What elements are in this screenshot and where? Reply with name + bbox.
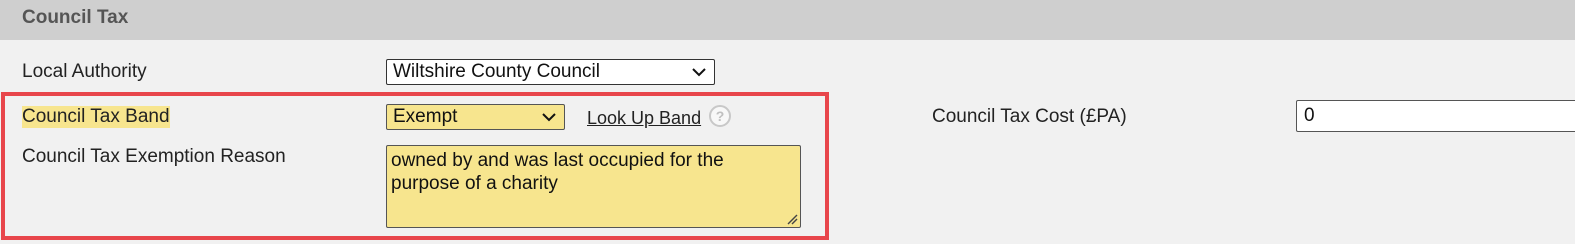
council-tax-cost-label: Council Tax Cost (£PA) (932, 106, 1127, 127)
local-authority-select[interactable]: Wiltshire County Council (386, 59, 715, 85)
highlight-annotation-box (1, 92, 829, 240)
council-tax-cost-input[interactable]: 0 (1296, 100, 1575, 132)
local-authority-label: Local Authority (22, 61, 147, 82)
council-tax-cost-value: 0 (1304, 105, 1315, 126)
local-authority-value: Wiltshire County Council (393, 61, 600, 82)
section-header: Council Tax (0, 0, 1575, 40)
section-title: Council Tax (22, 7, 129, 28)
chevron-down-icon (692, 68, 706, 77)
